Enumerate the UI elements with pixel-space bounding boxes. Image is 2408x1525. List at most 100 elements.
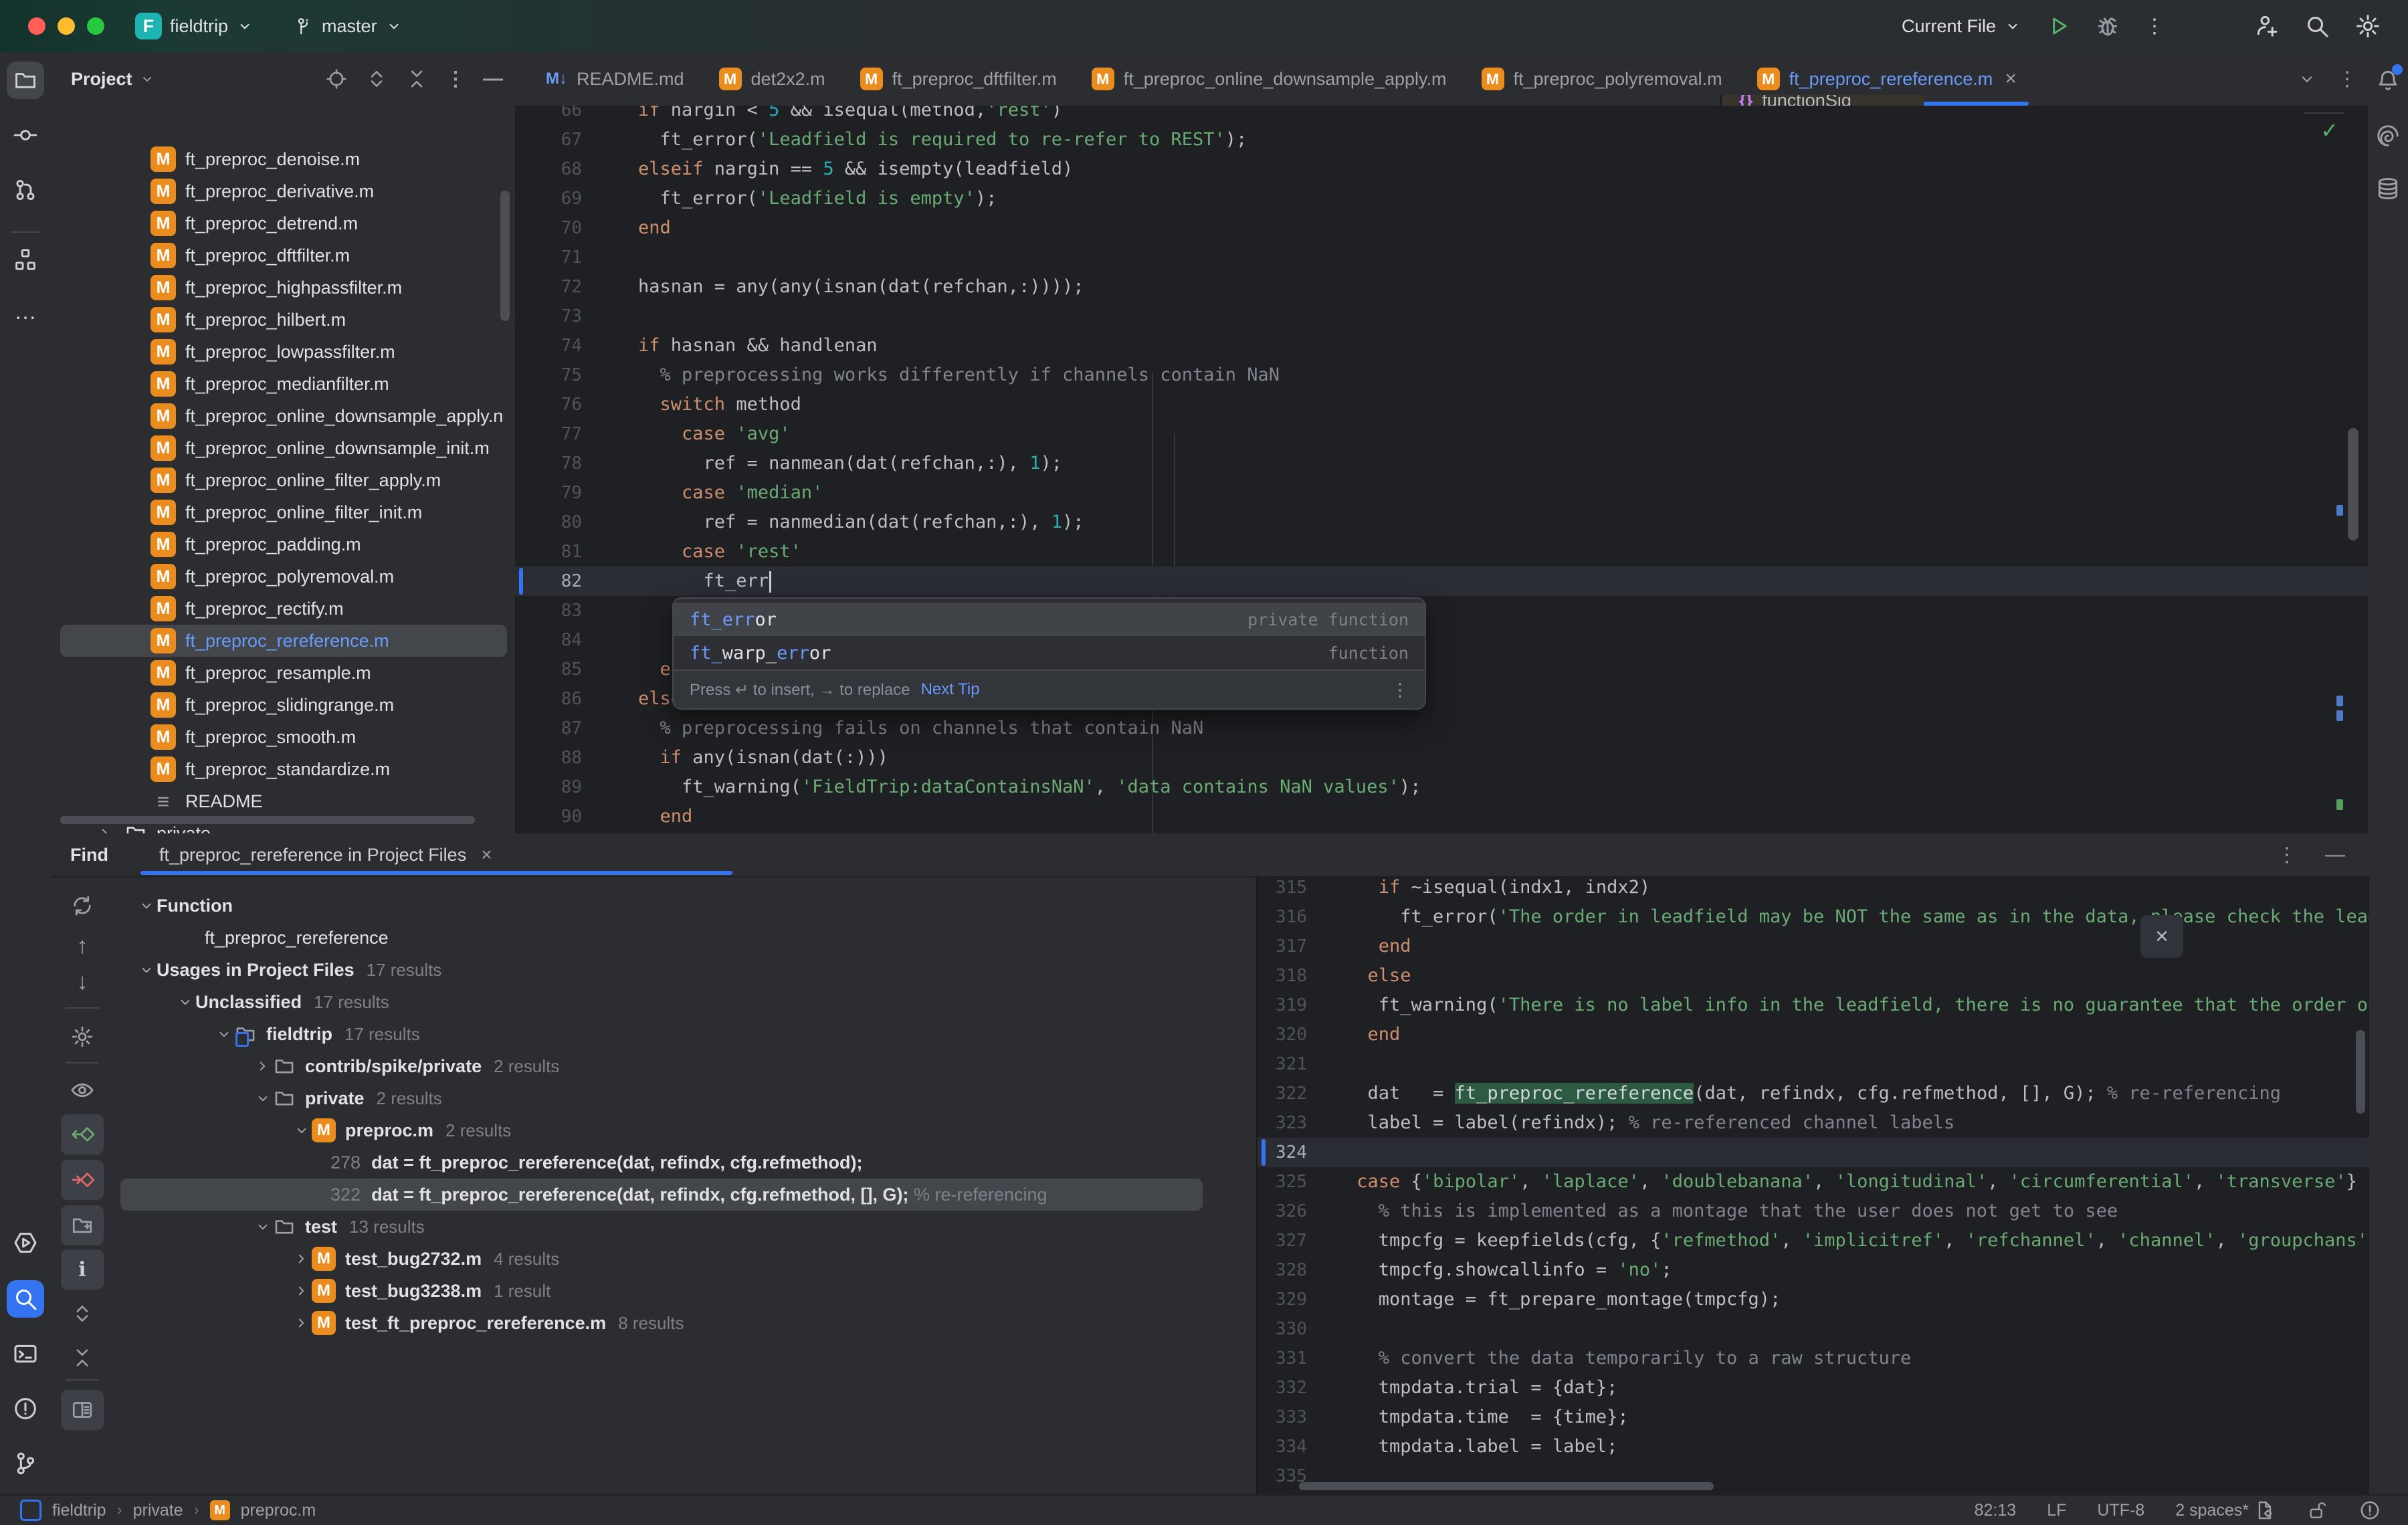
code-line-322[interactable]: 322 dat = ft_preproc_rereference(dat, re… [1258,1079,2369,1108]
tree-chevron[interactable] [175,993,195,1011]
code-line-89[interactable]: 89 ft_warning('FieldTrip:dataContainsNaN… [515,773,2368,802]
close-tab-icon[interactable]: × [2005,68,2017,90]
code-line-76[interactable]: 76 switch method [515,390,2368,419]
run-config-selector[interactable]: Current File [1902,16,2021,37]
tree-chevron[interactable] [136,961,157,979]
find-row-fieldtrip[interactable]: fieldtrip17 results [120,1018,1256,1050]
code-line-82[interactable]: 82 ft_err [515,567,2368,596]
tree-item-ft-preproc-medianfilter-m[interactable]: Mft_preproc_medianfilter.m [51,368,515,400]
tree-chevron[interactable] [292,1122,312,1139]
code-line-326[interactable]: 326 % this is implemented as a montage t… [1258,1197,2369,1226]
preview-code-area[interactable]: 315 if ~isequal(indx1, indx2)316 ft_erro… [1258,876,2369,1491]
code-line-334[interactable]: 334 tmpdata.label = label; [1258,1432,2369,1461]
tree-item-ft-preproc-resample-m[interactable]: Mft_preproc_resample.m [51,657,515,689]
project-panel-title-dropdown[interactable]: Project [71,69,155,90]
code-line-320[interactable]: 320 end [1258,1020,2369,1049]
structure-tool-button[interactable] [7,241,44,278]
tree-chevron[interactable] [292,1250,312,1267]
next-occurrence-button[interactable]: ↓ [61,963,104,1001]
more-tools-button[interactable]: … [7,293,44,330]
database-button[interactable] [2375,175,2401,202]
code-line-327[interactable]: 327 tmpcfg = keepfields(cfg, {'refmethod… [1258,1226,2369,1255]
minimize-window-button[interactable] [58,17,75,35]
zoom-window-button[interactable] [87,17,104,35]
code-line-72[interactable]: 72hasnan = any(any(isnan(dat(refchan,:))… [515,272,2368,302]
code-line-88[interactable]: 88 if any(isnan(dat(:))) [515,743,2368,773]
tab-functionsig[interactable]: {}functionSig [1720,95,1924,106]
code-line-319[interactable]: 319 ft_warning('There is no label info i… [1258,991,2369,1020]
tree-item-ft-preproc-lowpassfilter-m[interactable]: Mft_preproc_lowpassfilter.m [51,336,515,368]
breadcrumb[interactable]: fieldtrip › private › M preproc.m [20,1500,316,1521]
editor-vertical-scrollbar[interactable] [2348,428,2359,540]
completion-item[interactable]: ft_errorprivate function [674,603,1425,636]
ai-assistant-button[interactable] [2375,122,2401,149]
code-line-70[interactable]: 70end [515,213,2368,243]
tree-item-private[interactable]: private [51,817,515,833]
tree-item-ft-preproc-padding-m[interactable]: Mft_preproc_padding.m [51,528,515,561]
hidden-tabs-dropdown[interactable] [2297,69,2317,89]
event-log-icon[interactable] [2359,1499,2381,1522]
main-editor[interactable]: 66if nargin < 5 && isequal(method,'rest'… [515,106,2368,833]
file-encoding[interactable]: UTF-8 [2097,1501,2144,1520]
run-button[interactable] [2045,13,2071,39]
code-line-330[interactable]: 330 [1258,1314,2369,1344]
collapse-all-button[interactable] [405,68,428,90]
preview-horizontal-scrollbar[interactable] [1299,1482,1714,1490]
tree-item-ft-preproc-dftfilter-m[interactable]: Mft_preproc_dftfilter.m [51,239,515,272]
find-row-unclassified[interactable]: Unclassified17 results [120,986,1256,1018]
commit-tool-button[interactable] [7,116,44,154]
settings-button[interactable] [2354,13,2381,39]
select-opened-file-button[interactable] [325,68,348,90]
tab-options-button[interactable]: ⋮ [2337,68,2357,91]
close-window-button[interactable] [28,17,45,35]
rerun-search-button[interactable] [61,887,104,924]
tab-ft-preproc-dftfilter-m[interactable]: Mft_preproc_dftfilter.m [843,52,1074,106]
tree-item-readme[interactable]: ≡README [51,785,515,817]
code-line-325[interactable]: 325 case {'bipolar', 'laplace', 'doubleb… [1258,1167,2369,1197]
find-row-test[interactable]: test13 results [120,1211,1256,1243]
tree-chevron[interactable] [253,1090,273,1107]
find-row-function[interactable]: Function [120,890,1256,922]
git-tool-button[interactable] [7,1445,44,1482]
run-tool-button[interactable] [7,1224,44,1261]
indent-setting[interactable]: 2 spaces* [2175,1500,2276,1521]
tree-chevron[interactable] [253,1218,273,1235]
previous-occurrence-button[interactable]: ↑ [61,927,104,964]
caret-position[interactable]: 82:13 [1975,1501,2017,1520]
tree-item-ft-preproc-smooth-m[interactable]: Mft_preproc_smooth.m [51,721,515,753]
preview-layout-button[interactable] [61,1390,104,1430]
lock-open-icon[interactable] [2306,1500,2328,1521]
tree-item-ft-preproc-online-downsample-apply-n[interactable]: Mft_preproc_online_downsample_apply.n [51,400,515,432]
tree-item-ft-preproc-derivative-m[interactable]: Mft_preproc_derivative.m [51,175,515,207]
completion-item[interactable]: ft_warp_errorfunction [674,636,1425,670]
code-line-75[interactable]: 75 % preprocessing works differently if … [515,361,2368,390]
code-line-68[interactable]: 68elseif nargin == 5 && isempty(leadfiel… [515,155,2368,184]
find-options-button[interactable]: ⋮ [2277,843,2297,867]
code-line-78[interactable]: 78 ref = nanmean(dat(refchan,:), 1); [515,449,2368,478]
tree-item-ft-preproc-rectify-m[interactable]: Mft_preproc_rectify.m [51,593,515,625]
code-line-333[interactable]: 333 tmpdata.time = {time}; [1258,1403,2369,1432]
code-line-90[interactable]: 90 end [515,802,2368,831]
debug-button[interactable] [2095,13,2120,39]
tree-chevron[interactable] [292,1314,312,1332]
project-tool-button[interactable] [7,62,44,99]
tree-item-ft-preproc-detrend-m[interactable]: Mft_preproc_detrend.m [51,207,515,239]
project-selector[interactable]: F fieldtrip [135,13,254,39]
terminal-tool-button[interactable] [7,1335,44,1372]
search-everywhere-button[interactable] [2304,13,2330,39]
code-line-321[interactable]: 321 [1258,1049,2369,1079]
notifications-button[interactable] [2375,67,2401,94]
find-row-ft-preproc-rereference[interactable]: ft_preproc_rereference [120,922,1256,954]
expand-all-button[interactable] [365,68,388,90]
find-row-test-bug3238-m[interactable]: Mtest_bug3238.m1 result [120,1275,1256,1307]
find-row-usages-in-project-files[interactable]: Usages in Project Files17 results [120,954,1256,986]
group-by-directory-button[interactable] [61,1205,104,1245]
tree-item-ft-preproc-highpassfilter-m[interactable]: Mft_preproc_highpassfilter.m [51,272,515,304]
tab-ft-preproc-polyremoval-m[interactable]: Mft_preproc_polyremoval.m [1464,52,1740,106]
tab-readme-md[interactable]: M↓README.md [528,52,702,106]
tab-det2x2-m[interactable]: Mdet2x2.m [702,52,843,106]
code-line-77[interactable]: 77 case 'avg' [515,419,2368,449]
tree-item-ft-preproc-online-filter-init-m[interactable]: Mft_preproc_online_filter_init.m [51,496,515,528]
show-details-button[interactable]: i [61,1249,104,1290]
code-line-79[interactable]: 79 case 'median' [515,478,2368,508]
